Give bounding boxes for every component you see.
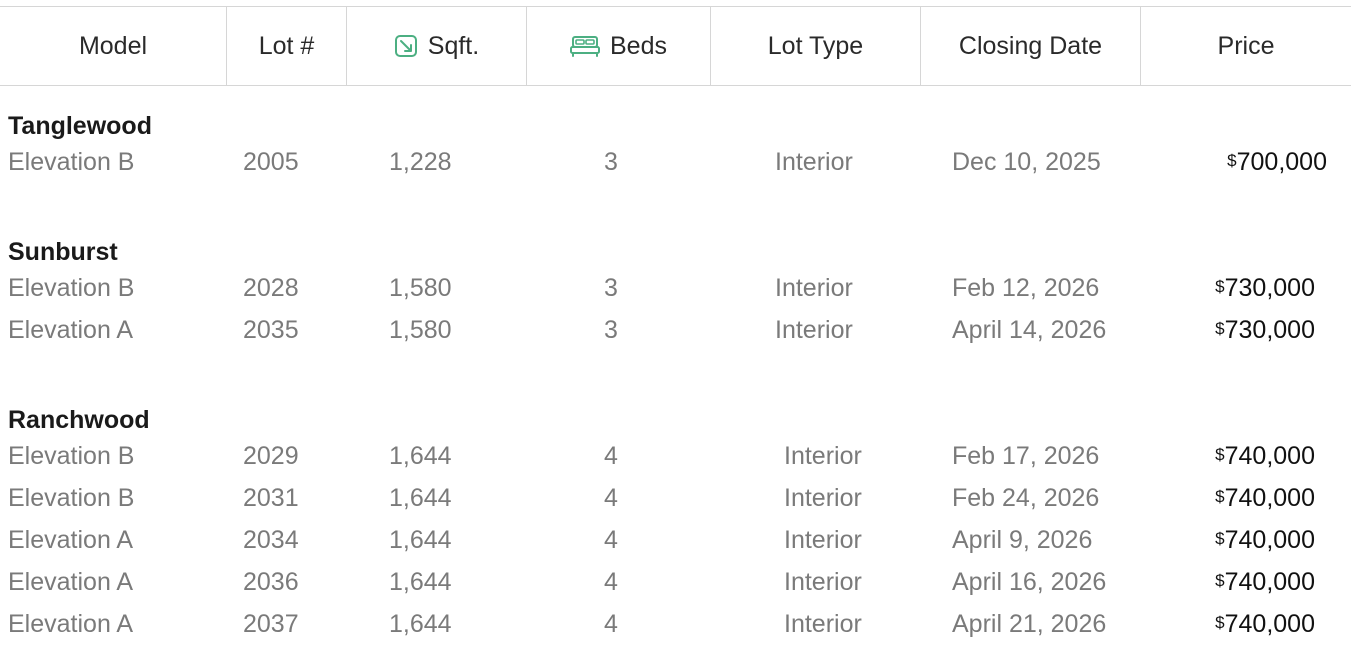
header-beds-label: Beds: [610, 31, 667, 60]
row-price: $740,000: [1215, 484, 1315, 513]
row-sqft: 1,580: [389, 316, 452, 344]
row-beds: 4: [604, 526, 618, 554]
row-closing-date: Dec 10, 2025: [952, 148, 1101, 176]
row-lot: 2037: [243, 610, 299, 638]
row-closing-date: April 9, 2026: [952, 526, 1093, 554]
row-sqft: 1,644: [389, 442, 452, 470]
bed-icon: [570, 35, 600, 57]
row-price: $740,000: [1215, 610, 1315, 639]
row-sqft: 1,644: [389, 484, 452, 512]
price-value: 740,000: [1224, 568, 1315, 596]
row-sqft: 1,644: [389, 610, 452, 638]
price-value: 730,000: [1224, 274, 1315, 302]
row-lot: 2034: [243, 526, 299, 554]
currency-symbol: $: [1215, 571, 1225, 590]
row-elevation: Elevation A: [8, 568, 134, 596]
row-beds: 4: [604, 568, 618, 596]
currency-symbol: $: [1215, 529, 1225, 548]
row-closing-date: April 16, 2026: [952, 568, 1107, 596]
resize-icon: [394, 34, 418, 58]
row-elevation: Elevation B: [8, 442, 135, 470]
row-lot: 2029: [243, 442, 299, 470]
row-price: $700,000: [1227, 148, 1327, 177]
header-sqft: Sqft.: [346, 7, 526, 85]
price-value: 740,000: [1224, 442, 1315, 470]
row-lot-type: Interior: [784, 610, 862, 638]
row-sqft: 1,644: [389, 526, 452, 554]
row-beds: 4: [604, 484, 618, 512]
price-value: 700,000: [1236, 148, 1327, 176]
currency-symbol: $: [1215, 613, 1225, 632]
currency-symbol: $: [1215, 445, 1225, 464]
header-model: Model: [78, 31, 148, 60]
row-price: $740,000: [1215, 568, 1315, 597]
row-lot: 2028: [243, 274, 299, 302]
row-lot-type: Interior: [775, 316, 853, 344]
row-lot-type: Interior: [784, 442, 862, 470]
row-price: $730,000: [1215, 316, 1315, 345]
row-beds: 3: [604, 148, 618, 176]
row-closing-date: Feb 24, 2026: [952, 484, 1100, 512]
header-price: Price: [1140, 7, 1351, 85]
row-lot-type: Interior: [784, 484, 862, 512]
row-elevation: Elevation B: [8, 148, 135, 176]
group-heading: Ranchwood: [8, 406, 150, 434]
row-price: $740,000: [1215, 442, 1315, 471]
row-sqft: 1,580: [389, 274, 452, 302]
row-lot-type: Interior: [784, 526, 862, 554]
header-closing-date: Closing Date: [920, 7, 1140, 85]
price-value: 740,000: [1224, 484, 1315, 512]
row-sqft: 1,228: [389, 148, 452, 176]
currency-symbol: $: [1215, 487, 1225, 506]
row-lot-type: Interior: [784, 568, 862, 596]
row-elevation: Elevation A: [8, 316, 134, 344]
header-lot-type: Lot Type: [710, 7, 920, 85]
group-heading: Sunburst: [8, 238, 118, 266]
price-value: 730,000: [1224, 316, 1315, 344]
row-elevation: Elevation A: [8, 526, 134, 554]
currency-symbol: $: [1215, 277, 1225, 296]
table-header: Model Lot # Sqft. Beds Lot Type Closing …: [0, 6, 1351, 86]
row-beds: 4: [604, 610, 618, 638]
row-lot: 2035: [243, 316, 299, 344]
price-value: 740,000: [1224, 526, 1315, 554]
row-closing-date: Feb 17, 2026: [952, 442, 1100, 470]
row-lot: 2031: [243, 484, 299, 512]
row-price: $740,000: [1215, 526, 1315, 555]
header-sqft-label: Sqft.: [427, 31, 480, 60]
row-closing-date: Feb 12, 2026: [952, 274, 1100, 302]
row-lot: 2036: [243, 568, 299, 596]
row-closing-date: April 14, 2026: [952, 316, 1107, 344]
row-beds: 4: [604, 442, 618, 470]
row-beds: 3: [604, 316, 618, 344]
row-elevation: Elevation A: [8, 610, 134, 638]
header-beds: Beds: [526, 7, 710, 85]
row-elevation: Elevation B: [8, 484, 135, 512]
row-sqft: 1,644: [389, 568, 452, 596]
currency-symbol: $: [1215, 319, 1225, 338]
price-value: 740,000: [1224, 610, 1315, 638]
row-lot-type: Interior: [775, 274, 853, 302]
group-heading: Tanglewood: [8, 112, 152, 140]
currency-symbol: $: [1227, 151, 1237, 170]
row-elevation: Elevation B: [8, 274, 135, 302]
row-closing-date: April 21, 2026: [952, 610, 1107, 638]
header-lot: Lot #: [226, 7, 346, 85]
row-price: $730,000: [1215, 274, 1315, 303]
row-beds: 3: [604, 274, 618, 302]
row-lot-type: Interior: [775, 148, 853, 176]
row-lot: 2005: [243, 148, 299, 176]
